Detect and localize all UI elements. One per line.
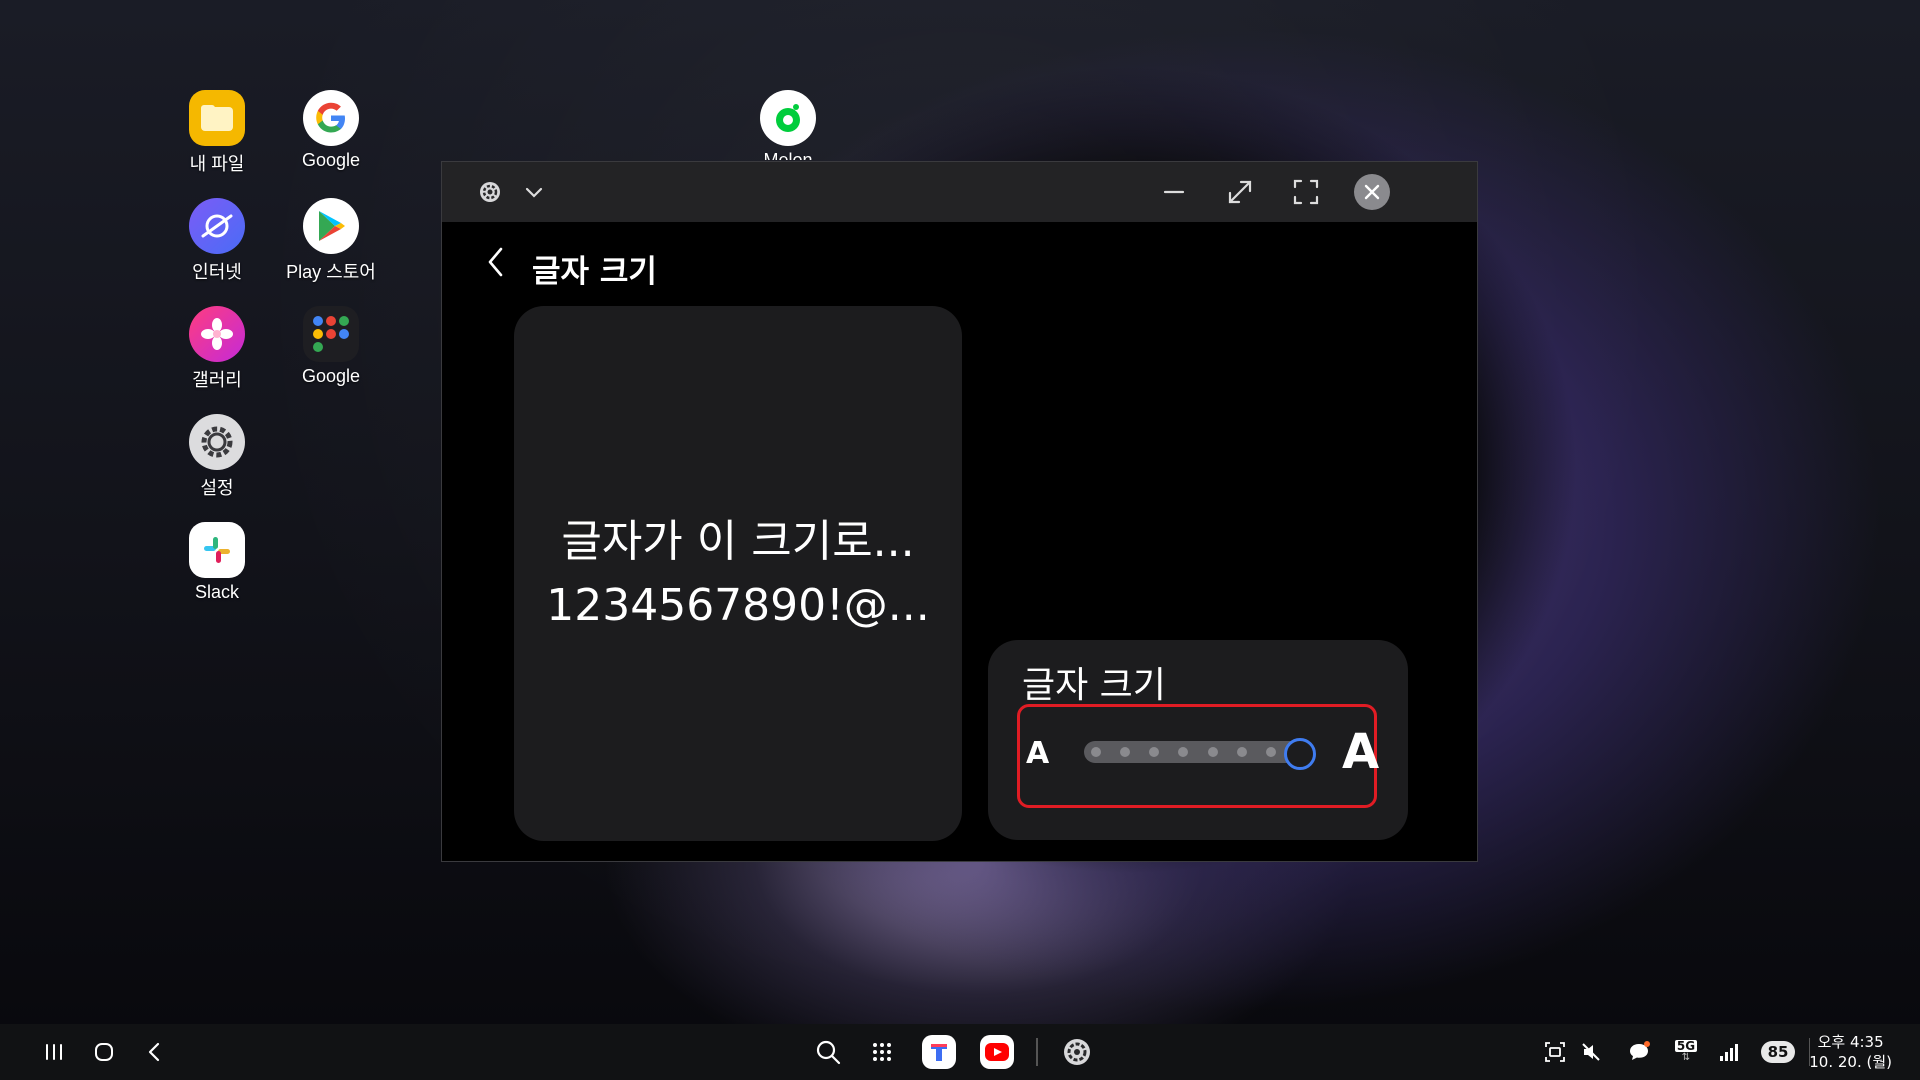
battery-level: 85 — [1761, 1041, 1795, 1063]
internet-planet-icon — [189, 198, 245, 254]
desktop-icon-label: Google — [301, 366, 361, 386]
desktop-icon-gallery[interactable]: 갤러리 — [162, 306, 272, 392]
fullscreen-icon[interactable] — [1278, 162, 1334, 222]
resize-window-icon[interactable] — [1212, 162, 1268, 222]
slack-icon — [189, 522, 245, 578]
network-type-label: 5G — [1674, 1039, 1698, 1053]
melon-icon — [760, 90, 816, 146]
minimize-icon[interactable] — [1146, 162, 1202, 222]
slider-step-dot[interactable] — [1149, 747, 1160, 757]
desktop-icon-label: 인터넷 — [192, 262, 242, 282]
mute-icon[interactable] — [1574, 1024, 1608, 1080]
youtube-app-icon[interactable] — [976, 1024, 1018, 1080]
desktop-icon-melon[interactable]: Melon — [733, 90, 843, 160]
font-preview-card: 글자가 이 크기로... 1234567890!@... — [514, 306, 962, 841]
window-menu-chevron-down-icon[interactable] — [506, 162, 562, 222]
preview-text-line: 1234567890!@... — [546, 579, 930, 631]
clock[interactable]: 오후 4:35 10. 20. (월) — [1809, 1032, 1892, 1072]
desktop-icon-settings[interactable]: 설정 — [162, 414, 272, 500]
desktop-icon-google-folder[interactable]: Google — [276, 306, 386, 387]
settings-window: 글자 크기 글자가 이 크기로... 1234567890!@... 글자 크기… — [441, 161, 1478, 862]
slider-step-dot[interactable] — [1236, 747, 1247, 757]
close-window-button[interactable] — [1344, 162, 1400, 222]
back-button[interactable] — [478, 244, 514, 280]
recent-apps-icon[interactable] — [34, 1024, 74, 1080]
desktop-icon-label: Google — [301, 150, 361, 170]
settings-gear-icon — [189, 414, 245, 470]
desktop-icon-play-store[interactable]: Play 스토어 — [276, 198, 386, 284]
app-folder-icon — [303, 306, 359, 362]
desktop-icon-label: Slack — [194, 582, 239, 602]
play-store-icon — [303, 198, 359, 254]
slider-step-dot[interactable] — [1120, 747, 1131, 757]
settings-running-app-icon[interactable] — [1057, 1024, 1097, 1080]
app-bar: 글자 크기 — [442, 222, 1477, 302]
close-icon — [1354, 174, 1390, 210]
back-arrow-icon — [488, 247, 503, 277]
screen-capture-icon[interactable] — [1538, 1024, 1572, 1080]
preview-text-line: 글자가 이 크기로... — [561, 515, 915, 567]
google-g-icon — [303, 90, 359, 146]
signal-strength-icon — [1712, 1024, 1746, 1080]
folder-icon — [189, 90, 245, 146]
desktop-icon-label: 설정 — [200, 478, 234, 498]
battery-indicator: 85 — [1756, 1024, 1800, 1080]
slider-step-dot[interactable] — [1207, 747, 1218, 757]
taskbar-divider — [1036, 1024, 1038, 1080]
home-icon[interactable] — [84, 1024, 124, 1080]
window-titlebar[interactable] — [442, 162, 1477, 222]
message-notification-icon[interactable] — [1622, 1024, 1656, 1080]
font-size-card: 글자 크기 A A — [988, 640, 1408, 840]
large-font-label[interactable]: A — [1342, 724, 1379, 780]
network-5g-indicator: 5G ⇅ — [1674, 1039, 1698, 1063]
desktop-icon-slack[interactable]: Slack — [162, 522, 272, 603]
app-drawer-icon[interactable] — [862, 1024, 902, 1080]
font-size-slider-track[interactable] — [1084, 741, 1312, 763]
clock-date: 10. 20. (월) — [1809, 1053, 1892, 1071]
desktop-icon-label: 갤러리 — [192, 370, 242, 390]
back-nav-icon[interactable] — [134, 1024, 174, 1080]
slider-step-dot[interactable] — [1091, 747, 1101, 757]
slider-step-dot[interactable] — [1178, 747, 1189, 757]
desktop-icon-google[interactable]: Google — [276, 90, 386, 171]
small-font-label[interactable]: A — [1026, 736, 1049, 771]
slider-step-dot[interactable] — [1265, 747, 1276, 757]
desktop-icon-label: Play 스토어 — [286, 262, 376, 282]
desktop-icon-label: Melon — [763, 150, 813, 160]
desktop-icon-label: 내 파일 — [189, 154, 245, 174]
gallery-flower-icon — [189, 306, 245, 362]
tmap-app-icon[interactable] — [918, 1024, 960, 1080]
font-size-slider-thumb[interactable] — [1284, 738, 1316, 770]
font-size-card-title: 글자 크기 — [1022, 665, 1166, 706]
desktop-icon-internet[interactable]: 인터넷 — [162, 198, 272, 284]
taskbar: 5G ⇅ 85 오후 4:35 10. 20. (월) — [0, 1024, 1920, 1080]
desktop-icon-my-files[interactable]: 내 파일 — [162, 90, 272, 176]
clock-time: 오후 4:35 — [1817, 1033, 1884, 1051]
search-icon[interactable] — [808, 1024, 848, 1080]
page-title: 글자 크기 — [532, 254, 657, 290]
